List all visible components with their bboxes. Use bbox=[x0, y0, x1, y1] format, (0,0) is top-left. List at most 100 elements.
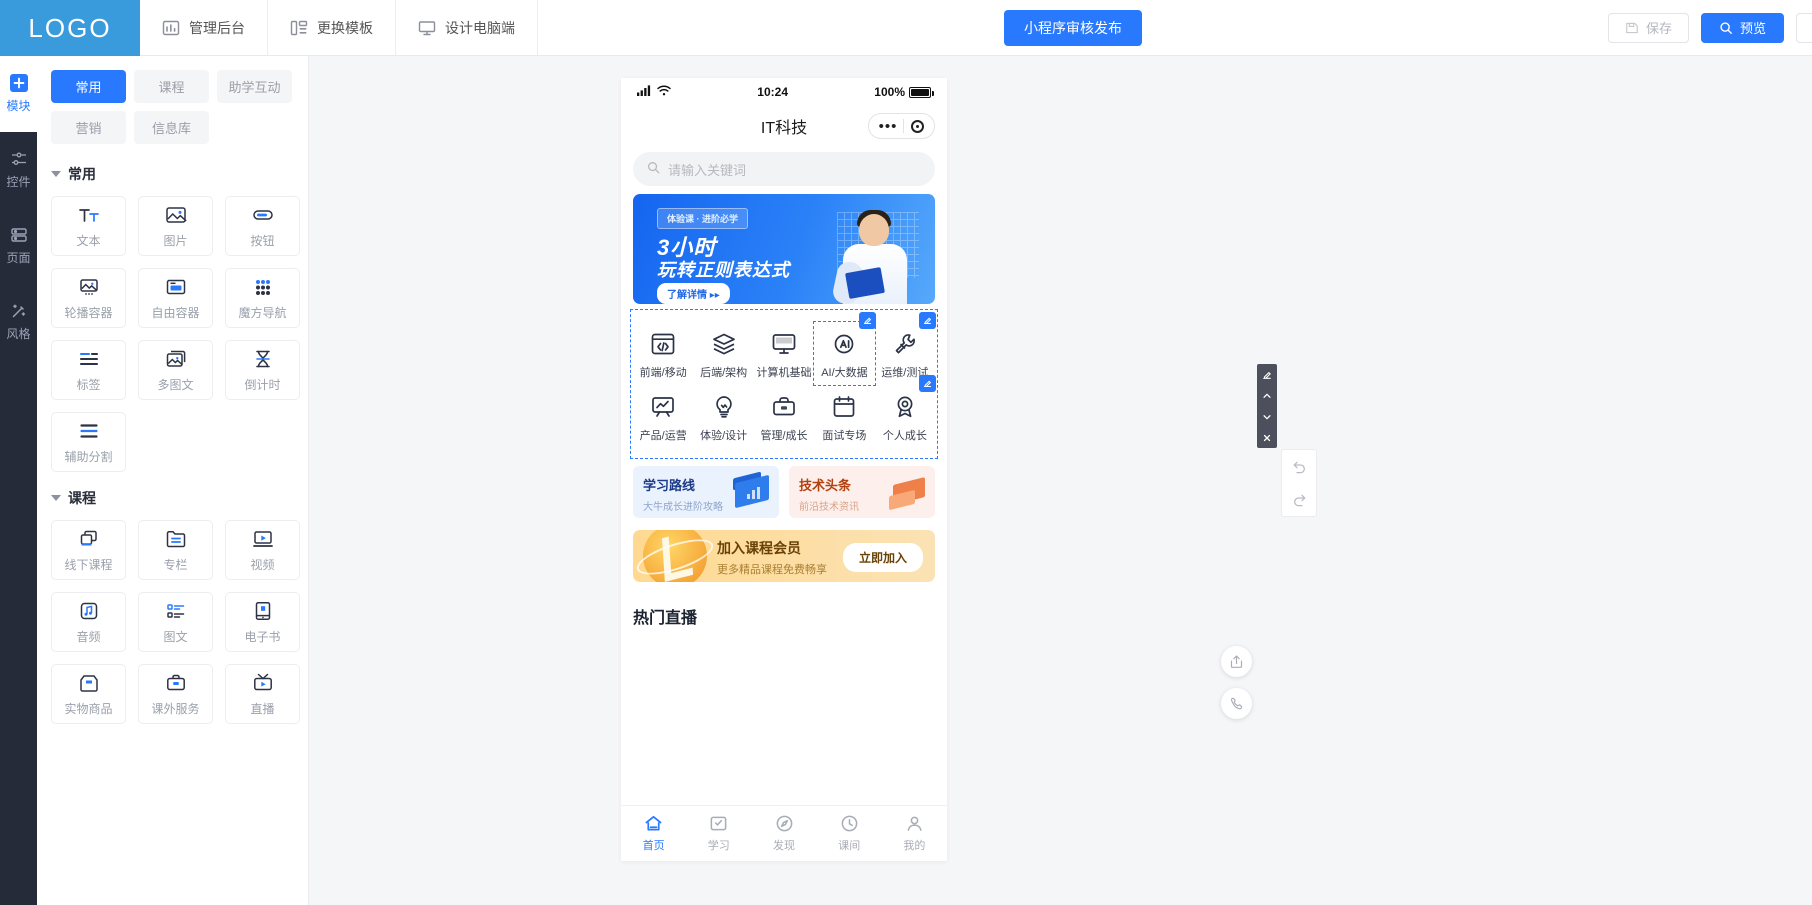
more-dots-icon[interactable]: ••• bbox=[873, 118, 903, 135]
logo[interactable]: LOGO bbox=[0, 0, 140, 56]
group-header-common[interactable]: 常用 bbox=[37, 148, 308, 190]
component-video[interactable]: 视频 bbox=[225, 520, 300, 580]
audio-icon bbox=[78, 600, 100, 622]
undo-button[interactable] bbox=[1282, 450, 1316, 483]
magic-nav-icon bbox=[252, 276, 274, 298]
nav-item-backend[interactable]: 后端/架构 bbox=[693, 322, 753, 385]
tab-course[interactable]: 课程 bbox=[134, 70, 209, 103]
publish-button[interactable]: 小程序审核发布 bbox=[1003, 9, 1142, 46]
redo-button[interactable] bbox=[1282, 483, 1316, 516]
banner-cta-button[interactable]: 了解详情 ▸▸ bbox=[657, 283, 730, 304]
nav-grid-module[interactable]: 前端/移动 后端/架构 计算机基础 AI/大数据 运维/测试 产品/运营 体验/… bbox=[630, 309, 938, 459]
rail-item-modules[interactable]: 模块 bbox=[0, 56, 37, 132]
banner-person-image bbox=[830, 208, 917, 304]
save-button[interactable]: 保存 bbox=[1607, 12, 1689, 43]
component-offline-course[interactable]: 线下课程 bbox=[51, 520, 126, 580]
module-delete-button[interactable] bbox=[1257, 427, 1277, 448]
tab-common[interactable]: 常用 bbox=[51, 70, 126, 103]
component-audio[interactable]: 音频 bbox=[51, 592, 126, 652]
module-edit-button[interactable] bbox=[1257, 364, 1277, 385]
group-header-course[interactable]: 课程 bbox=[37, 472, 308, 514]
membership-subtitle: 更多精品课程免费畅享 bbox=[717, 564, 827, 576]
canvas-area[interactable]: 10:24 100% IT科技 ••• 请输入关键词 体验课 · 进阶必学 3小… bbox=[309, 56, 1812, 905]
nav-item-product[interactable]: 产品/运营 bbox=[633, 385, 693, 448]
component-magic-nav[interactable]: 魔方导航 bbox=[225, 268, 300, 328]
card-tech-headlines[interactable]: 技术头条 前沿技术资讯 bbox=[789, 466, 935, 518]
nav-item-ai-bigdata[interactable]: AI/大数据 bbox=[813, 312, 876, 386]
save-label: 保存 bbox=[1645, 21, 1672, 36]
card-learning-path[interactable]: 学习路线 大牛成长进阶攻略 bbox=[633, 466, 779, 518]
component-image[interactable]: 图片 bbox=[138, 196, 213, 256]
top-header: LOGO 管理后台 更换模板 设计电脑端 小程序审核发布 保存 预览 bbox=[0, 0, 1812, 56]
tabbar-item-break[interactable]: 课间 bbox=[817, 806, 882, 861]
nav-design-desktop[interactable]: 设计电脑端 bbox=[396, 0, 538, 56]
controls-icon bbox=[10, 150, 28, 168]
nav-item-ai-bigdata-label: AI/大数据 bbox=[821, 367, 868, 379]
overflow-button[interactable] bbox=[1796, 12, 1812, 43]
phone-button[interactable] bbox=[1221, 688, 1252, 719]
nav-item-cs-basics[interactable]: 计算机基础 bbox=[754, 322, 814, 385]
nav-grid-row: 产品/运营 体验/设计 管理/成长 面试专场 个人成长 bbox=[633, 375, 937, 448]
rail-item-style[interactable]: 风格 bbox=[0, 284, 37, 360]
component-text[interactable]: 文本 bbox=[51, 196, 126, 256]
ai-chip-icon bbox=[831, 331, 857, 357]
wechat-capsule: ••• bbox=[868, 113, 935, 139]
hero-banner[interactable]: 体验课 · 进阶必学 3小时 玩转正则表达式 了解详情 ▸▸ bbox=[633, 194, 935, 304]
component-video-label: 视频 bbox=[250, 557, 275, 572]
tab-marketing[interactable]: 营销 bbox=[51, 111, 126, 144]
tabbar-item-study[interactable]: 学习 bbox=[686, 806, 751, 861]
nav-admin-console[interactable]: 管理后台 bbox=[140, 0, 268, 56]
component-button[interactable]: 按钮 bbox=[225, 196, 300, 256]
edit-icon[interactable] bbox=[919, 375, 937, 392]
component-divider[interactable]: 辅助分割 bbox=[51, 412, 126, 472]
template-icon bbox=[290, 19, 308, 37]
module-move-up-button[interactable] bbox=[1257, 385, 1277, 406]
component-tag[interactable]: 标签 bbox=[51, 340, 126, 400]
wrench-icon bbox=[892, 331, 918, 357]
tab-infolib[interactable]: 信息库 bbox=[134, 111, 209, 144]
component-free-container[interactable]: 自由容器 bbox=[138, 268, 213, 328]
feature-cards: 学习路线 大牛成长进阶攻略 技术头条 前沿技术资讯 bbox=[633, 466, 935, 518]
component-divider-label: 辅助分割 bbox=[64, 449, 113, 464]
nav-item-frontend[interactable]: 前端/移动 bbox=[633, 322, 693, 385]
component-live-label: 直播 bbox=[250, 701, 275, 716]
save-icon bbox=[1625, 21, 1639, 35]
component-ebook[interactable]: 电子书 bbox=[225, 592, 300, 652]
rail-item-pages-label: 页面 bbox=[6, 251, 31, 265]
edit-icon[interactable] bbox=[858, 312, 876, 329]
tabbar-item-mine[interactable]: 我的 bbox=[882, 806, 947, 861]
status-time: 10:24 bbox=[757, 85, 788, 99]
nav-item-interview[interactable]: 面试专场 bbox=[814, 385, 874, 448]
search-icon bbox=[1719, 21, 1733, 35]
code-window-icon bbox=[650, 331, 676, 357]
target-icon[interactable] bbox=[904, 119, 930, 133]
header-actions: 保存 预览 bbox=[1607, 0, 1812, 55]
component-goods[interactable]: 实物商品 bbox=[51, 664, 126, 724]
nav-item-design[interactable]: 体验/设计 bbox=[693, 385, 753, 448]
preview-button[interactable]: 预览 bbox=[1700, 12, 1784, 43]
nav-item-management[interactable]: 管理/成长 bbox=[754, 385, 814, 448]
edit-icon[interactable] bbox=[919, 312, 937, 329]
tab-interaction[interactable]: 助学互动 bbox=[217, 70, 292, 103]
component-column[interactable]: 专栏 bbox=[138, 520, 213, 580]
tabbar-item-discover-label: 发现 bbox=[773, 840, 795, 852]
membership-banner[interactable]: 加入课程会员 更多精品课程免费畅享 立即加入 bbox=[633, 530, 935, 582]
share-button[interactable] bbox=[1221, 646, 1252, 677]
membership-join-button[interactable]: 立即加入 bbox=[842, 543, 923, 572]
tabbar-item-home[interactable]: 首页 bbox=[621, 806, 686, 861]
nav-item-personal-growth[interactable]: 个人成长 bbox=[875, 375, 937, 448]
status-left bbox=[637, 85, 671, 99]
rail-item-pages[interactable]: 页面 bbox=[0, 208, 37, 284]
nav-change-template[interactable]: 更换模板 bbox=[268, 0, 396, 56]
component-carousel[interactable]: 轮播容器 bbox=[51, 268, 126, 328]
component-live[interactable]: 直播 bbox=[225, 664, 300, 724]
module-move-down-button[interactable] bbox=[1257, 406, 1277, 427]
component-image-text[interactable]: 图文 bbox=[138, 592, 213, 652]
tabbar-item-discover[interactable]: 发现 bbox=[751, 806, 816, 861]
search-input[interactable]: 请输入关键词 bbox=[633, 152, 935, 186]
component-multi-image-text[interactable]: 多图文 bbox=[138, 340, 213, 400]
component-service[interactable]: 课外服务 bbox=[138, 664, 213, 724]
rail-item-controls[interactable]: 控件 bbox=[0, 132, 37, 208]
component-countdown[interactable]: 倒计时 bbox=[225, 340, 300, 400]
nav-item-personal-growth-label: 个人成长 bbox=[882, 430, 927, 442]
